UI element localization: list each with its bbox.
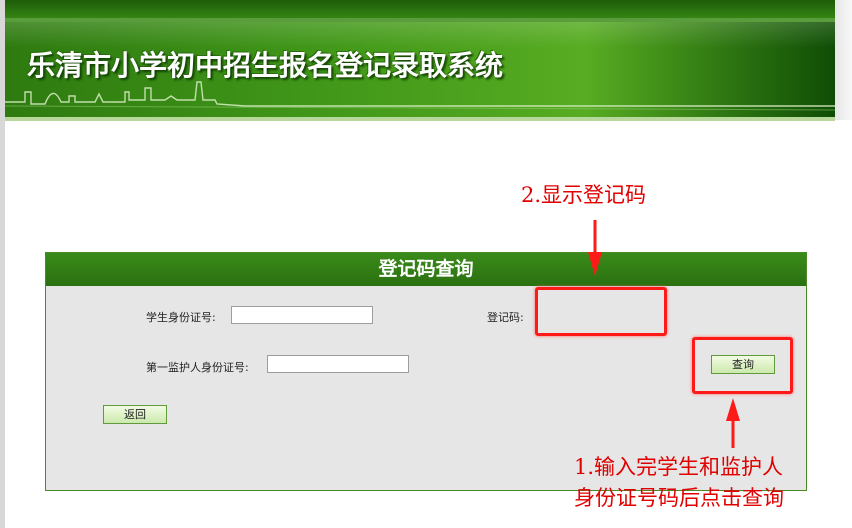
banner-bottom-line — [5, 117, 835, 121]
step2-annotation: 2.显示登记码 — [521, 183, 647, 207]
panel-title: 登记码查询 — [46, 253, 806, 286]
registration-code-highlight-box — [535, 287, 667, 336]
student-id-input[interactable] — [231, 306, 373, 324]
guardian-id-label: 第一监护人身份证号: — [146, 361, 249, 374]
query-button-highlight-box — [692, 337, 793, 394]
banner-right-edge — [835, 0, 852, 120]
student-id-label: 学生身份证号: — [146, 311, 216, 324]
guardian-id-input[interactable] — [267, 355, 409, 373]
step1-annotation-line1: 1.输入完学生和监护人 — [574, 455, 784, 479]
registration-code-label: 登记码: — [487, 311, 524, 324]
back-button[interactable]: 返回 — [103, 405, 167, 424]
step1-annotation-line2: 身份证号码后点击查询 — [574, 486, 784, 510]
header-banner: 乐清市小学初中招生报名登记录取系统 — [5, 0, 835, 120]
app-title: 乐清市小学初中招生报名登记录取系统 — [27, 49, 504, 82]
